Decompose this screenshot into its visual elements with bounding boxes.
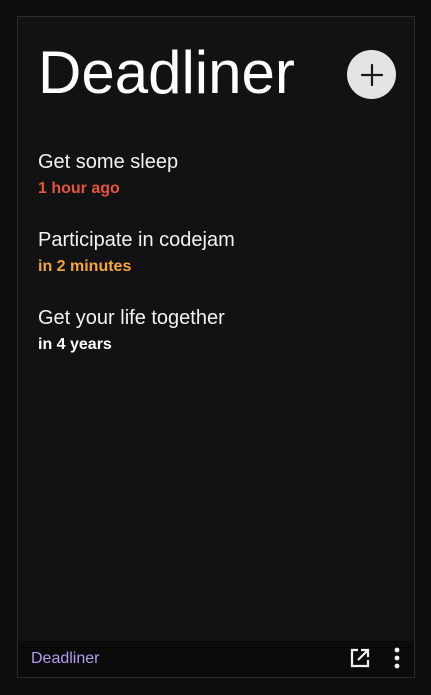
add-deadline-button[interactable] (347, 50, 396, 99)
deadline-item[interactable]: Get your life together in 4 years (38, 305, 398, 383)
external-link-icon (349, 647, 371, 672)
deadline-item[interactable]: Participate in codejam in 2 minutes (38, 227, 398, 305)
page-title: Deadliner (38, 39, 295, 106)
deadline-title: Get some sleep (38, 151, 179, 173)
deadline-title: Get your life together (38, 307, 225, 329)
deadline-list: Get some sleep 1 hour ago Participate in… (38, 149, 398, 383)
widget-footer: Deadliner (18, 641, 414, 677)
deadline-due: in 2 minutes (38, 258, 132, 275)
open-app-button[interactable] (347, 646, 373, 672)
deadline-title: Participate in codejam (38, 229, 235, 251)
footer-app-name: Deadliner (31, 650, 100, 667)
more-vertical-icon (393, 647, 401, 672)
plus-icon (360, 63, 383, 86)
deadline-item[interactable]: Get some sleep 1 hour ago (38, 149, 398, 227)
deadline-due: in 4 years (38, 336, 112, 353)
more-options-button[interactable] (384, 646, 410, 672)
deadline-due: 1 hour ago (38, 180, 120, 197)
widget-card: Deadliner Get some sleep 1 hour ago Part… (17, 16, 415, 678)
